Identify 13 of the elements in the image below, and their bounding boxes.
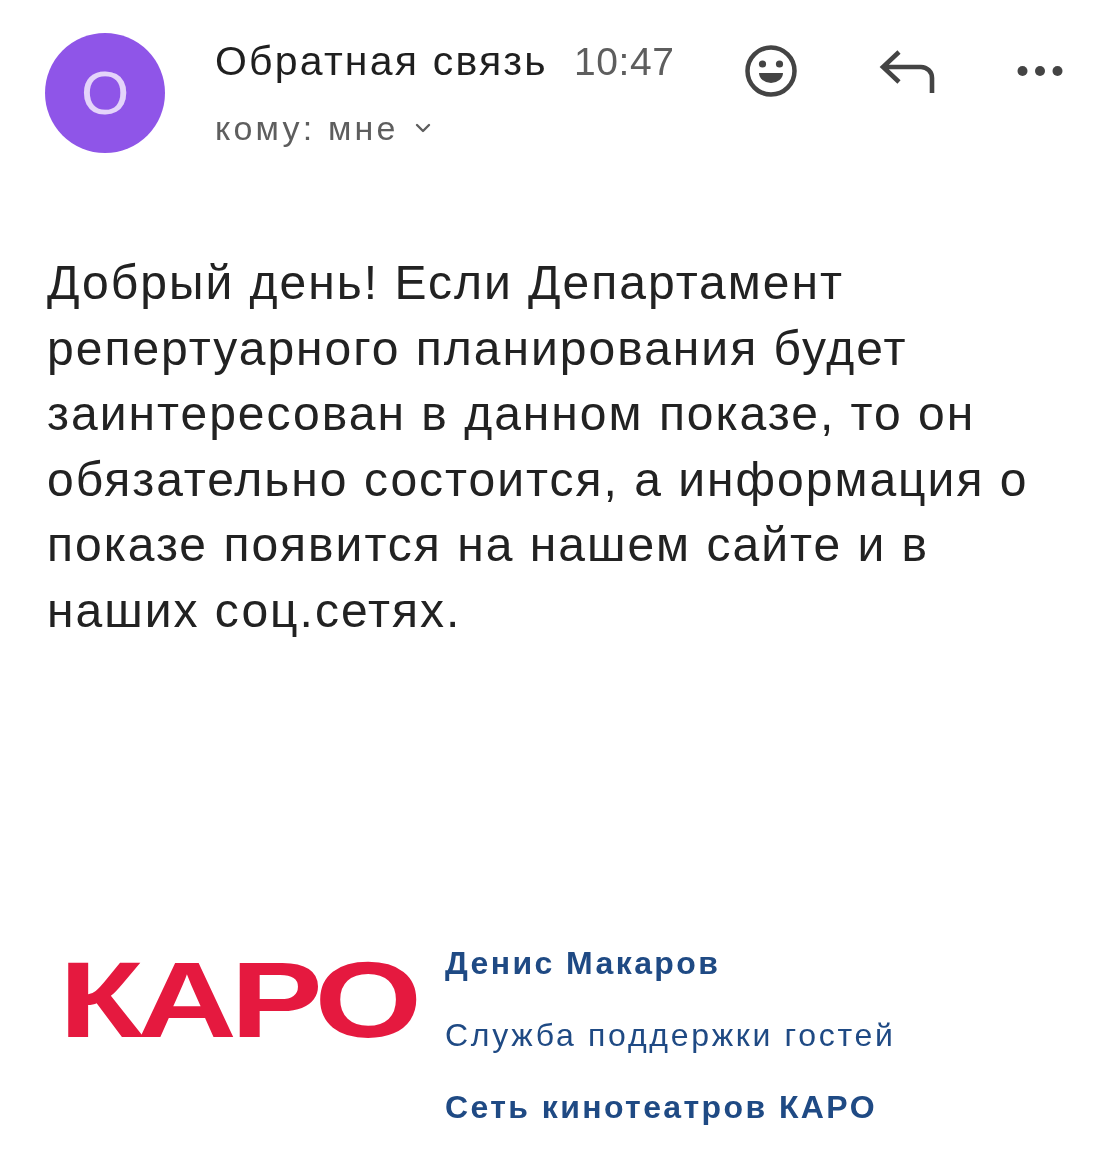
sender-name: Обратная связь — [215, 39, 548, 85]
message-time: 10:47 — [573, 41, 675, 84]
caret-icon — [414, 123, 431, 134]
company-logo: КАРО — [59, 946, 416, 1054]
message-body: Добрый день! Если Департамент репертуарного планирования будет заинтересован в данном показе, то он обязательно состоится, а информация о показе появится на нашем сайте и в наших соц.сетях. — [47, 255, 1030, 639]
signature-company: Сеть кинотеатров КАРО — [445, 1088, 877, 1127]
more-icon[interactable] — [1017, 65, 1063, 77]
sender-avatar: О — [45, 33, 165, 153]
recipient-toggle[interactable]: кому: мне — [215, 108, 431, 149]
reply-icon[interactable] — [879, 49, 935, 93]
signature-name: Денис Макаров — [445, 944, 721, 983]
signature-role: Служба поддержки гостей — [445, 1016, 896, 1055]
smiley-icon[interactable] — [745, 45, 797, 97]
